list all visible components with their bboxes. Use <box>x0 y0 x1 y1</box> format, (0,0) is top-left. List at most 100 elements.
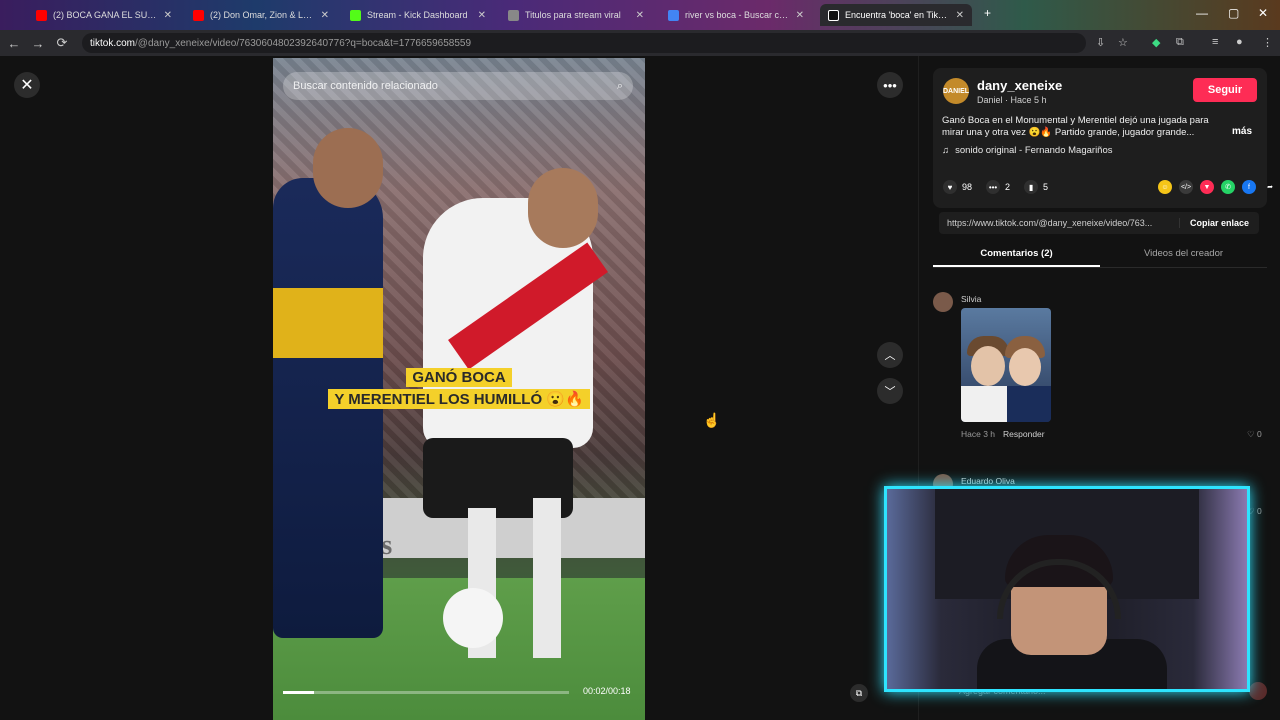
profile-icon[interactable]: ● <box>1236 36 1243 48</box>
comment-button[interactable]: ••• 2 <box>986 180 1010 194</box>
more-link[interactable]: más <box>1232 126 1252 137</box>
player-sash <box>448 242 608 370</box>
bookmark-star-icon[interactable]: ☆ <box>1118 36 1128 49</box>
commenter-avatar[interactable] <box>933 292 953 312</box>
close-tab-icon[interactable]: ✕ <box>321 10 329 21</box>
browser-tab[interactable]: Stream - Kick Dashboard ✕ <box>342 4 494 26</box>
tab-comments[interactable]: Comentarios (2) <box>933 242 1100 267</box>
comment-meta: Hace 3 h Responder <box>961 429 1045 439</box>
share-icons: ☺ </> ▼ ✆ f ➦ <box>1151 180 1277 194</box>
browser-tab-active[interactable]: Encuentra 'boca' en TikTok ✕ <box>820 4 972 26</box>
new-tab-icon[interactable]: + <box>984 6 991 20</box>
close-tab-icon[interactable]: ✕ <box>478 10 486 21</box>
url-path: /@dany_xeneixe/video/7630604802392640776… <box>135 37 472 49</box>
kick-icon <box>350 9 361 21</box>
heart-icon: ♥ <box>943 180 957 194</box>
commenter-name[interactable]: Silvia <box>961 294 981 304</box>
comment-icon: ••• <box>986 180 1001 194</box>
tab-title: (2) BOCA GANA EL SUPER CL <box>53 10 158 20</box>
like-count: 98 <box>962 182 973 192</box>
embed-icon[interactable]: </> <box>1179 180 1193 194</box>
caption-line-1: GANÓ BOCA <box>406 368 512 387</box>
follow-button[interactable]: Seguir <box>1193 78 1257 102</box>
share-arrow-icon[interactable]: ➦ <box>1263 180 1277 194</box>
reload-icon[interactable]: ⟳ <box>50 35 74 51</box>
youtube-icon <box>36 9 47 21</box>
comment-like[interactable]: ♡ 0 <box>1247 429 1262 440</box>
close-tab-icon[interactable]: ✕ <box>164 10 172 21</box>
music-title: sonido original - Fernando Magariños <box>955 145 1113 156</box>
close-tab-icon[interactable]: ✕ <box>796 10 804 21</box>
browser-tab[interactable]: river vs boca - Buscar con Go ✕ <box>660 4 812 26</box>
comment-time: Hace 3 h <box>961 429 996 439</box>
browser-tab[interactable]: (2) Don Omar, Zion & Lennox ✕ <box>185 4 337 26</box>
send-to-friends-icon[interactable]: ▼ <box>1200 180 1214 194</box>
copy-link-button[interactable]: Copiar enlace <box>1178 218 1259 228</box>
browser-tab[interactable]: Titulos para stream viral ✕ <box>500 4 652 26</box>
tab-title: river vs boca - Buscar con Go <box>685 10 790 20</box>
more-options-icon[interactable]: ••• <box>877 72 903 98</box>
maximize-icon[interactable]: ▢ <box>1228 6 1239 20</box>
tab-creator-videos[interactable]: Videos del creador <box>1100 242 1267 267</box>
avatar[interactable]: DANIEL <box>943 78 969 104</box>
tab-title: Encuentra 'boca' en TikTok <box>845 10 950 20</box>
browser-tabstrip: (2) BOCA GANA EL SUPER CL ✕ (2) Don Omar… <box>0 0 1280 30</box>
player-head <box>528 168 598 248</box>
player-stripe <box>273 288 383 358</box>
caption-line-2: Y MERENTIEL LOS HUMILLÓ 😮🔥 <box>328 389 590 409</box>
pip-icon[interactable]: ⧉ <box>850 684 868 702</box>
close-icon[interactable]: ✕ <box>14 72 40 98</box>
like-button[interactable]: ♥ 98 <box>943 180 972 194</box>
minimize-icon[interactable]: — <box>1196 6 1208 20</box>
search-placeholder: Buscar contenido relacionado <box>293 80 438 92</box>
url-input[interactable]: tiktok.com /@dany_xeneixe/video/76306048… <box>82 33 1086 53</box>
whatsapp-icon[interactable]: ✆ <box>1221 180 1235 194</box>
previous-video-icon[interactable]: ︿ <box>877 342 903 368</box>
tab-title: Titulos para stream viral <box>525 10 621 20</box>
photo-face <box>971 346 1005 386</box>
tab-title: Stream - Kick Dashboard <box>367 10 468 20</box>
related-search-input[interactable]: Buscar contenido relacionado ⌕ <box>283 72 633 100</box>
video-info-card: DANIEL dany_xeneixe Daniel · Hace 5 h Se… <box>933 68 1273 208</box>
soccer-ball <box>443 588 503 648</box>
send-comment-icon[interactable] <box>1249 682 1267 700</box>
facebook-icon[interactable]: f <box>1242 180 1256 194</box>
username[interactable]: dany_xeneixe <box>977 78 1062 93</box>
install-icon[interactable]: ⇩ <box>1096 36 1105 49</box>
panel-tabs: Comentarios (2) Videos del creador <box>933 242 1267 268</box>
emoji-share-icon[interactable]: ☺ <box>1158 180 1172 194</box>
photo-face <box>1009 348 1041 386</box>
url-host: tiktok.com <box>90 37 136 49</box>
forward-icon[interactable]: → <box>26 36 50 51</box>
commenter-name[interactable]: Eduardo Oliva <box>961 476 1015 486</box>
comment-photo[interactable] <box>961 308 1051 422</box>
close-tab-icon[interactable]: ✕ <box>956 10 964 21</box>
video-progress-bar[interactable] <box>283 691 569 694</box>
save-button[interactable]: ▮ 5 <box>1024 180 1048 194</box>
google-icon <box>668 9 679 21</box>
extensions-icon[interactable]: ⧉ <box>1176 36 1184 49</box>
next-video-icon[interactable]: ﹀ <box>877 378 903 404</box>
menu-icon[interactable]: ⋮ <box>1262 36 1273 49</box>
video-player[interactable]: Màs Buscar contenido relacionado ⌕ GANÓ … <box>273 58 645 720</box>
comment-item: Silvia Hace 3 h Responder ♡ 0 <box>933 292 1267 452</box>
page-icon <box>508 9 519 21</box>
music-row[interactable]: ♫ sonido original - Fernando Magariños <box>942 145 1113 156</box>
close-window-icon[interactable]: ✕ <box>1258 6 1268 20</box>
video-time: 00:02/00:18 <box>583 686 631 696</box>
media-icon[interactable]: ≡ <box>1212 36 1218 48</box>
video-area: ✕ Màs Buscar contenido relacionado ⌕ <box>0 56 918 720</box>
shield-icon[interactable]: ◆ <box>1152 36 1160 49</box>
back-icon[interactable]: ← <box>2 36 26 51</box>
progress-fill <box>283 691 315 694</box>
video-link[interactable]: https://www.tiktok.com/@dany_xeneixe/vid… <box>939 218 1179 228</box>
music-note-icon: ♫ <box>942 145 950 156</box>
search-icon[interactable]: ⌕ <box>617 80 623 93</box>
close-tab-icon[interactable]: ✕ <box>636 10 644 21</box>
comment-count: 2 <box>1005 182 1011 192</box>
reply-button[interactable]: Responder <box>1003 429 1045 439</box>
youtube-icon <box>193 9 204 21</box>
author-subline: Daniel · Hace 5 h <box>977 95 1047 105</box>
browser-tab[interactable]: (2) BOCA GANA EL SUPER CL ✕ <box>28 4 180 26</box>
address-bar: ← → ⟳ tiktok.com /@dany_xeneixe/video/76… <box>0 30 1280 56</box>
